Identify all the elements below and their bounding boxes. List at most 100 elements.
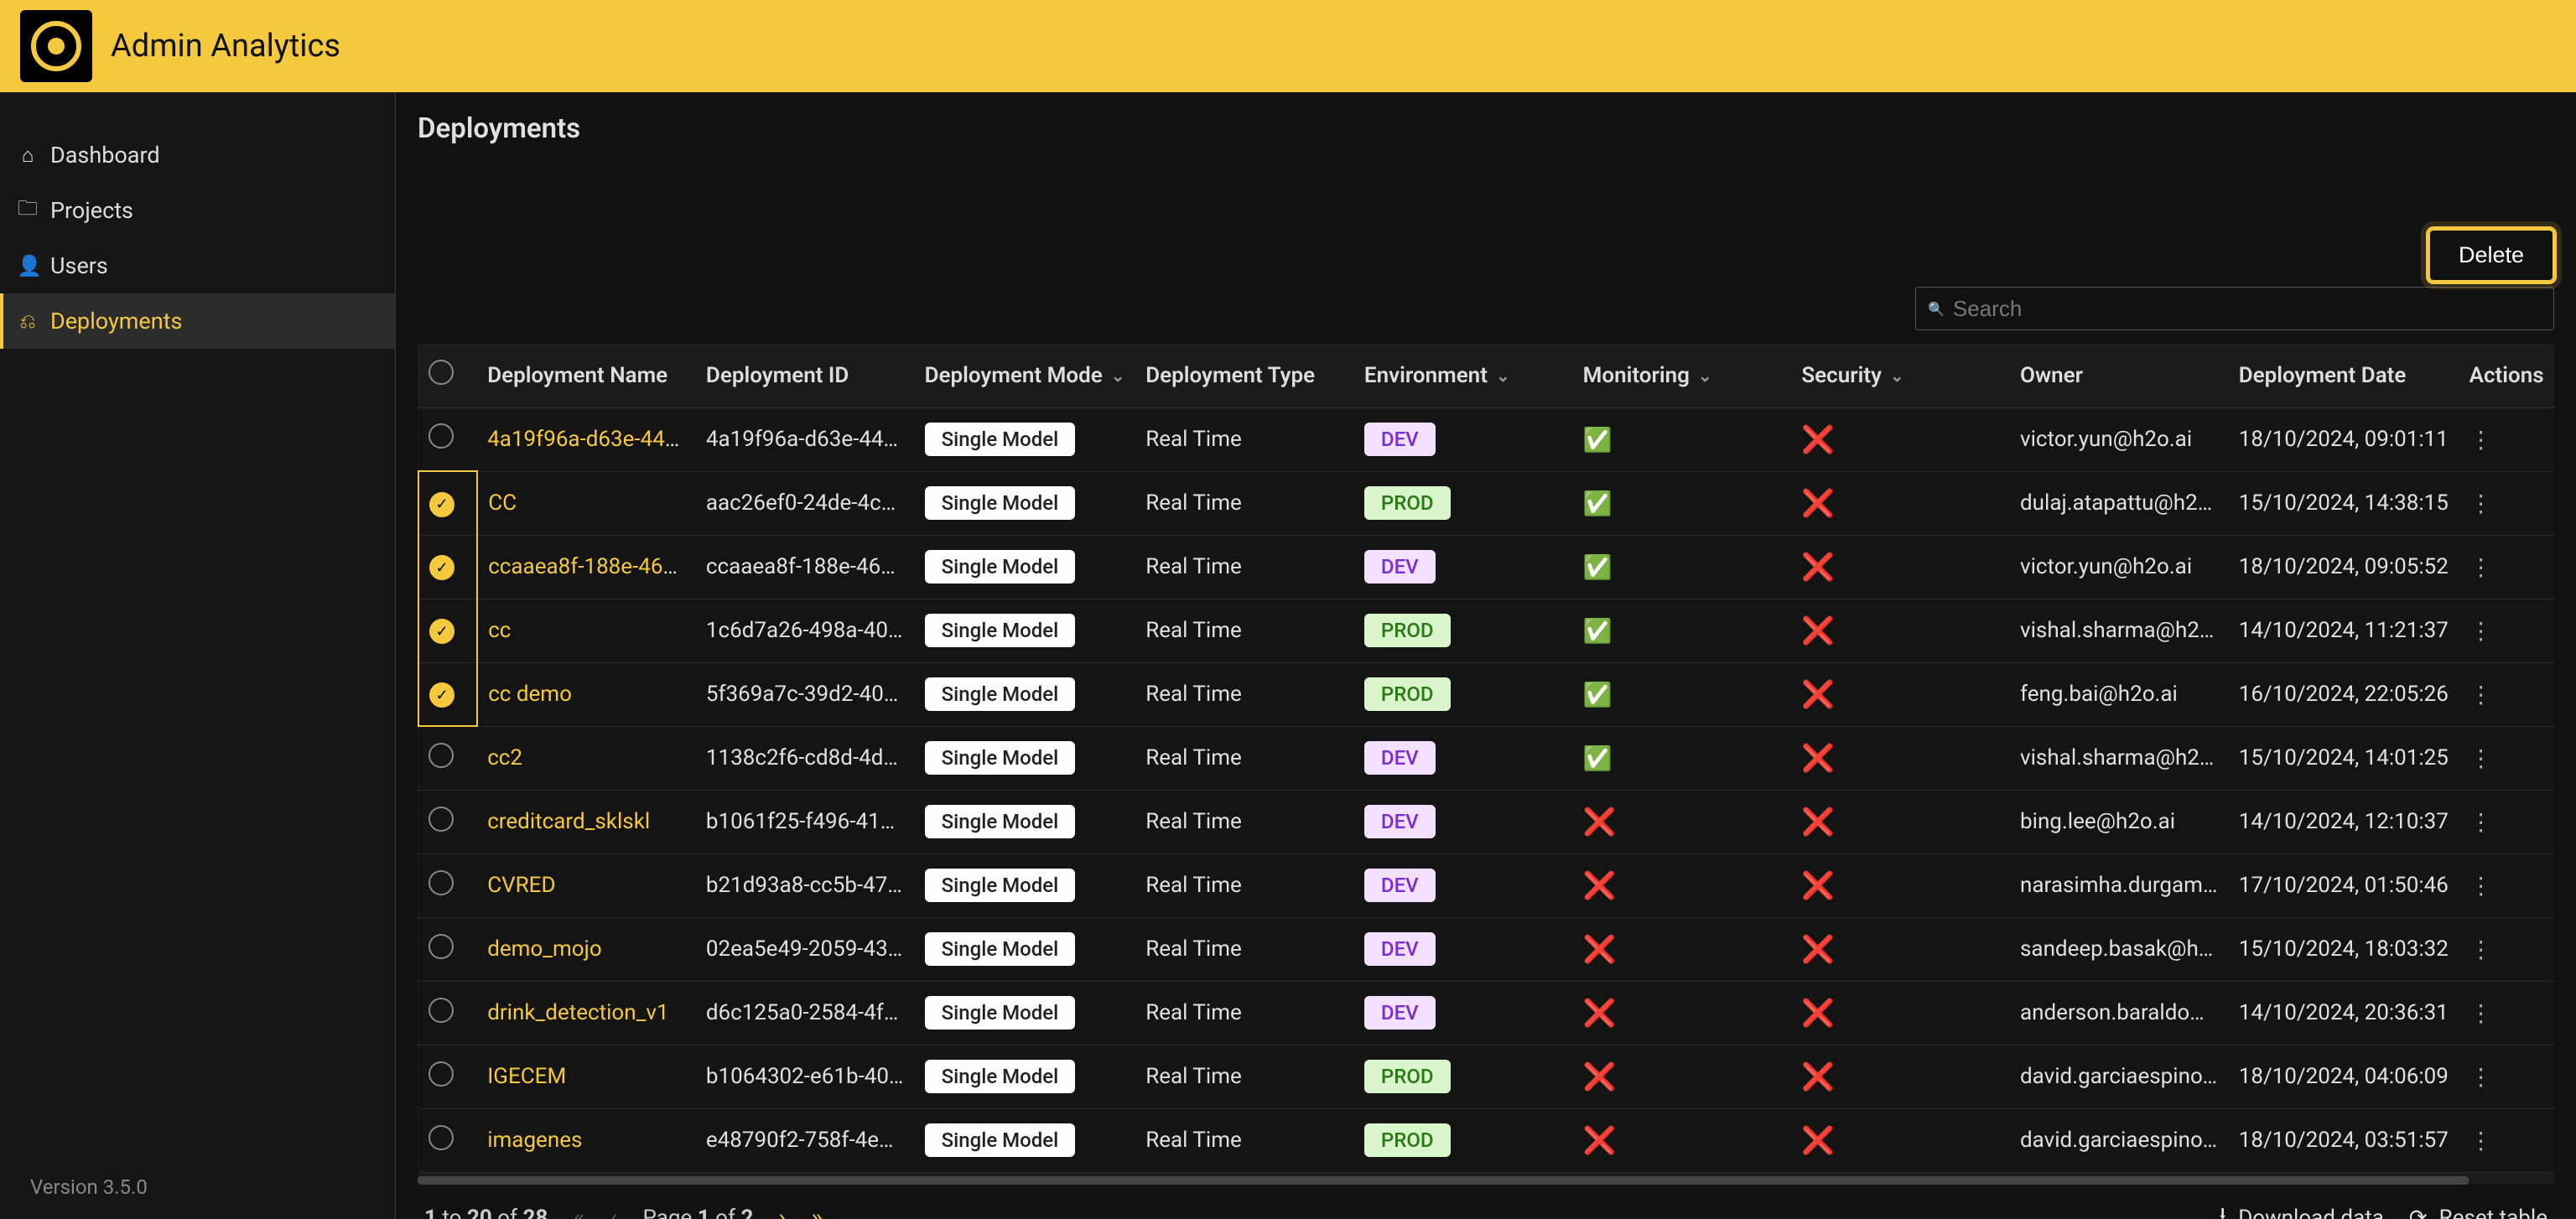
- row-actions-menu[interactable]: ⋮: [2470, 808, 2491, 836]
- cross-icon: ❌: [1583, 806, 1617, 838]
- deployment-name-link[interactable]: imagenes: [487, 1128, 582, 1153]
- col-type[interactable]: Deployment Type: [1135, 344, 1354, 407]
- main-content: Deployments Delete 🔍 Deployment Name Dep…: [396, 92, 2576, 1219]
- sidebar-item-users[interactable]: 👤Users: [0, 238, 395, 293]
- deployment-name-link[interactable]: drink_detection_v1: [487, 1000, 668, 1025]
- col-owner[interactable]: Owner: [2010, 344, 2229, 407]
- table-row[interactable]: demo_mojo 02ea5e49-2059-4367-a Single Mo…: [418, 917, 2554, 981]
- row-checkbox[interactable]: [428, 934, 454, 959]
- download-data-button[interactable]: ⭳ Download data: [2219, 1200, 2384, 1219]
- col-mon[interactable]: Monitoring⌄: [1573, 344, 1792, 407]
- select-all-header[interactable]: [418, 344, 477, 407]
- row-actions-menu[interactable]: ⋮: [2470, 872, 2491, 900]
- deployment-name-link[interactable]: demo_mojo: [487, 936, 602, 962]
- page-next-icon[interactable]: ›: [778, 1203, 786, 1219]
- mode-badge: Single Model: [925, 805, 1076, 838]
- row-checkbox[interactable]: ✓: [429, 682, 454, 708]
- download-icon: ⭳: [2219, 1200, 2226, 1219]
- search-box[interactable]: 🔍: [1915, 287, 2554, 330]
- sidebar-item-projects[interactable]: 🗀Projects: [0, 183, 395, 238]
- row-actions-menu[interactable]: ⋮: [2470, 553, 2491, 581]
- table-row[interactable]: IGECEM b1064302-e61b-40ca-8 Single Model…: [418, 1045, 2554, 1108]
- deployment-name-link[interactable]: creditcard_sklskl: [487, 809, 650, 834]
- date-cell: 18/10/2024, 09:05:52: [2229, 535, 2459, 599]
- row-actions-menu[interactable]: ⋮: [2470, 617, 2491, 645]
- cross-icon: ❌: [1583, 869, 1617, 901]
- row-actions-menu[interactable]: ⋮: [2470, 490, 2491, 517]
- table-row[interactable]: creditcard_sklskl b1061f25-f496-4127-a4 …: [418, 790, 2554, 853]
- env-badge: DEV: [1364, 423, 1436, 456]
- deployment-id: ccaaea8f-188e-469f-8f: [696, 535, 915, 599]
- page-last-icon[interactable]: »: [811, 1203, 823, 1219]
- sidebar-item-deployments[interactable]: ⎌Deployments: [0, 293, 395, 349]
- table-row[interactable]: ✓ cc demo 5f369a7c-39d2-4043-8 Single Mo…: [418, 662, 2554, 726]
- col-mode[interactable]: Deployment Mode⌄: [915, 344, 1136, 407]
- row-checkbox[interactable]: [428, 807, 454, 832]
- deployment-name-link[interactable]: IGECEM: [487, 1064, 566, 1089]
- deployment-name-link[interactable]: cc demo: [488, 682, 572, 707]
- col-sec[interactable]: Security⌄: [1791, 344, 2010, 407]
- row-actions-menu[interactable]: ⋮: [2470, 999, 2491, 1027]
- reset-table-button[interactable]: ⟳ Reset table: [2409, 1206, 2547, 1219]
- owner-cell: sandeep.basak@h2o.ai: [2010, 917, 2229, 981]
- sidebar-item-dashboard[interactable]: ⌂Dashboard: [0, 127, 395, 183]
- table-row[interactable]: drink_detection_v1 d6c125a0-2584-4f65-b …: [418, 981, 2554, 1045]
- col-name[interactable]: Deployment Name: [477, 344, 696, 407]
- deployment-name-link[interactable]: cc2: [487, 745, 522, 770]
- deployment-name-link[interactable]: CC: [488, 490, 517, 516]
- row-actions-menu[interactable]: ⋮: [2470, 936, 2491, 963]
- row-checkbox[interactable]: ✓: [429, 619, 454, 644]
- deployment-type: Real Time: [1135, 662, 1354, 726]
- mode-badge: Single Model: [925, 1060, 1076, 1093]
- deployment-id: b1064302-e61b-40ca-8: [696, 1045, 915, 1108]
- row-actions-menu[interactable]: ⋮: [2470, 681, 2491, 708]
- deployments-icon: ⎌: [17, 309, 39, 333]
- table-row[interactable]: 4a19f96a-d63e-44de-b 4a19f96a-d63e-44de-…: [418, 407, 2554, 471]
- row-checkbox[interactable]: ✓: [429, 555, 454, 580]
- row-actions-menu[interactable]: ⋮: [2470, 426, 2491, 454]
- deployment-type: Real Time: [1135, 917, 1354, 981]
- table-row[interactable]: CVRED b21d93a8-cc5b-47af-8 Single Model …: [418, 853, 2554, 917]
- horizontal-scrollbar[interactable]: [418, 1176, 2554, 1185]
- deployment-id: e48790f2-758f-4e85-8: [696, 1108, 915, 1172]
- row-actions-menu[interactable]: ⋮: [2470, 1127, 2491, 1154]
- cross-icon: ❌: [1801, 487, 1835, 519]
- row-checkbox[interactable]: [428, 423, 454, 449]
- table-row[interactable]: ✓ cc 1c6d7a26-498a-40a3-8 Single Model R…: [418, 599, 2554, 662]
- row-checkbox[interactable]: [428, 870, 454, 895]
- row-checkbox[interactable]: [428, 998, 454, 1023]
- date-cell: 14/10/2024, 12:10:37: [2229, 790, 2459, 853]
- deployments-table: Deployment Name Deployment ID Deployment…: [418, 344, 2554, 1185]
- projects-icon: 🗀: [17, 194, 39, 228]
- deployment-name-link[interactable]: ccaaea8f-188e-469f-8f: [488, 554, 696, 579]
- row-checkbox[interactable]: [428, 1125, 454, 1150]
- row-checkbox[interactable]: ✓: [429, 492, 454, 517]
- row-actions-menu[interactable]: ⋮: [2470, 744, 2491, 772]
- sidebar-item-label: Dashboard: [50, 142, 160, 169]
- col-date[interactable]: Deployment Date: [2229, 344, 2459, 407]
- owner-cell: david.garciaespinoza@h: [2010, 1045, 2229, 1108]
- chevron-down-icon: ⌄: [1111, 366, 1125, 386]
- search-input[interactable]: [1953, 296, 2542, 322]
- row-actions-menu[interactable]: ⋮: [2470, 1063, 2491, 1091]
- table-row[interactable]: cc2 1138c2f6-cd8d-4d36-a Single Model Re…: [418, 726, 2554, 790]
- app-logo: [20, 10, 92, 82]
- owner-cell: narasimha.durgam@h2o: [2010, 853, 2229, 917]
- table-row[interactable]: ✓ CC aac26ef0-24de-4cbd-a Single Model R…: [418, 471, 2554, 535]
- delete-button[interactable]: Delete: [2428, 229, 2554, 282]
- deployment-name-link[interactable]: cc: [488, 618, 511, 643]
- date-cell: 17/10/2024, 01:50:46: [2229, 853, 2459, 917]
- table-row[interactable]: imagenes e48790f2-758f-4e85-8 Single Mod…: [418, 1108, 2554, 1172]
- deployment-name-link[interactable]: CVRED: [487, 873, 555, 898]
- row-checkbox[interactable]: [428, 743, 454, 768]
- col-id[interactable]: Deployment ID: [696, 344, 915, 407]
- date-cell: 14/10/2024, 20:36:31: [2229, 981, 2459, 1045]
- col-env[interactable]: Environment⌄: [1354, 344, 1573, 407]
- table-row[interactable]: ✓ ccaaea8f-188e-469f-8f ccaaea8f-188e-46…: [418, 535, 2554, 599]
- owner-cell: feng.bai@h2o.ai: [2010, 662, 2229, 726]
- deployment-id: 1138c2f6-cd8d-4d36-a: [696, 726, 915, 790]
- env-badge: DEV: [1364, 550, 1436, 584]
- row-checkbox[interactable]: [428, 1061, 454, 1087]
- chevron-down-icon: ⌄: [1890, 366, 1904, 386]
- deployment-name-link[interactable]: 4a19f96a-d63e-44de-b: [487, 427, 696, 452]
